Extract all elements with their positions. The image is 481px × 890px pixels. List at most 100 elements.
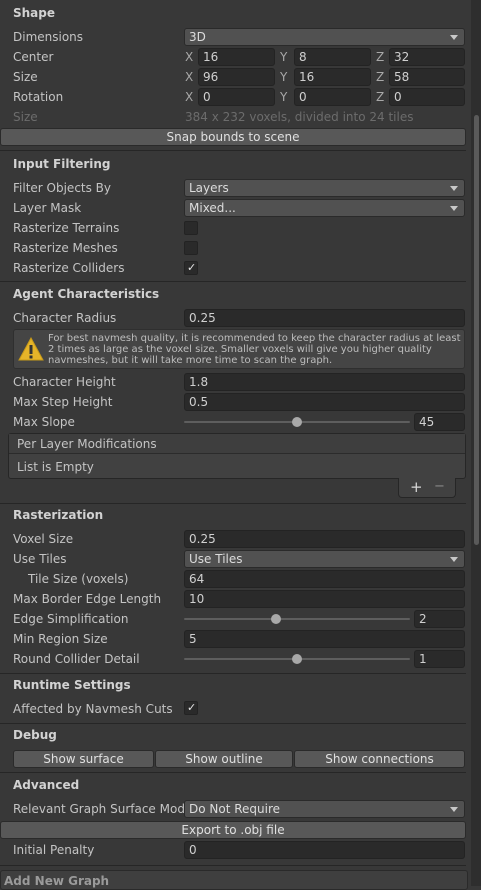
center-y-field[interactable]: 8	[294, 48, 371, 66]
character-radius-field[interactable]: 0.25	[184, 309, 465, 327]
character-height-label: Character Height	[13, 375, 116, 389]
voxel-size-label-raster: Voxel Size	[13, 532, 74, 546]
rotation-y-axis-label: Y	[280, 90, 288, 104]
size-y-field[interactable]: 16	[294, 68, 371, 86]
snap-bounds-button[interactable]: Snap bounds to scene	[0, 128, 466, 146]
rotation-label: Rotation	[13, 90, 64, 104]
section-header-agent: Agent Characteristics	[13, 287, 160, 301]
slider-thumb[interactable]	[271, 614, 281, 624]
character-radius-label: Character Radius	[13, 311, 117, 325]
slider-thumb[interactable]	[292, 654, 302, 664]
rasterize-terrains-checkbox[interactable]	[184, 221, 198, 235]
rasterize-meshes-checkbox[interactable]	[184, 241, 198, 255]
use-tiles-dropdown[interactable]: Use Tiles	[184, 550, 465, 568]
export-obj-button[interactable]: Export to .obj file	[0, 821, 466, 839]
chevron-down-icon	[450, 186, 458, 191]
tile-size-field[interactable]: 64	[184, 570, 465, 588]
scrollbar-thumb[interactable]	[474, 115, 479, 545]
rasterize-terrains-label: Rasterize Terrains	[13, 221, 120, 235]
layer-mask-dropdown[interactable]: Mixed...	[184, 199, 465, 217]
use-tiles-value: Use Tiles	[189, 552, 243, 566]
center-y-axis-label: Y	[280, 50, 288, 64]
voxel-size-label: Size	[13, 110, 38, 124]
chevron-down-icon	[450, 807, 458, 812]
voxel-info-text: 384 x 232 voxels, divided into 24 tiles	[185, 110, 414, 124]
section-divider	[0, 150, 466, 151]
rotation-z-axis-label: Z	[376, 90, 385, 104]
warning-box: For best navmesh quality, it is recommen…	[13, 329, 465, 369]
rotation-y-field[interactable]: 0	[294, 88, 371, 106]
center-label: Center	[13, 50, 54, 64]
per-layer-header: Per Layer Modifications	[9, 434, 465, 454]
max-step-height-label: Max Step Height	[13, 395, 113, 409]
center-x-field[interactable]: 16	[198, 48, 275, 66]
rotation-x-field[interactable]: 0	[198, 88, 275, 106]
dimensions-dropdown[interactable]: 3D	[184, 28, 465, 46]
warning-text: For best navmesh quality, it is recommen…	[48, 333, 461, 366]
slider-thumb[interactable]	[292, 417, 302, 427]
size-z-field[interactable]: 58	[389, 68, 465, 86]
round-collider-detail-field[interactable]: 1	[414, 650, 465, 668]
min-region-size-field[interactable]: 5	[184, 630, 465, 648]
section-header-debug: Debug	[13, 728, 57, 742]
plus-icon[interactable]: +	[410, 478, 423, 496]
size-y-axis-label: Y	[280, 70, 288, 84]
size-label: Size	[13, 70, 38, 84]
center-x-axis-label: X	[185, 50, 194, 64]
voxel-size-field[interactable]: 0.25	[184, 530, 465, 548]
max-slope-slider[interactable]	[184, 413, 410, 431]
show-outline-button[interactable]: Show outline	[155, 750, 293, 768]
edge-simplification-slider[interactable]	[184, 610, 410, 628]
dimensions-label: Dimensions	[13, 30, 84, 44]
max-slope-field[interactable]: 45	[414, 413, 465, 431]
chevron-down-icon	[450, 35, 458, 40]
max-step-height-field[interactable]: 0.5	[184, 393, 465, 411]
chevron-down-icon	[450, 206, 458, 211]
dimensions-value: 3D	[189, 30, 206, 44]
max-border-edge-field[interactable]: 10	[184, 590, 465, 608]
edge-simplification-label: Edge Simplification	[13, 612, 129, 626]
size-x-field[interactable]: 96	[198, 68, 275, 86]
tile-size-label: Tile Size (voxels)	[28, 572, 129, 586]
initial-penalty-field[interactable]: 0	[184, 841, 465, 859]
layer-mask-value: Mixed...	[189, 201, 236, 215]
section-divider	[0, 281, 466, 282]
filter-objects-value: Layers	[189, 181, 229, 195]
show-connections-button[interactable]: Show connections	[294, 750, 465, 768]
surface-mode-value: Do Not Require	[189, 802, 281, 816]
round-collider-detail-slider[interactable]	[184, 650, 410, 668]
filter-objects-dropdown[interactable]: Layers	[184, 179, 465, 197]
surface-mode-dropdown[interactable]: Do Not Require	[184, 800, 465, 818]
section-divider	[0, 503, 466, 504]
vertical-scrollbar[interactable]	[471, 0, 481, 886]
layer-mask-label: Layer Mask	[13, 201, 82, 215]
section-header-shape: Shape	[13, 6, 56, 20]
center-z-field[interactable]: 32	[389, 48, 465, 66]
affected-by-navmesh-cuts-checkbox[interactable]: ✓	[184, 701, 198, 715]
rasterize-colliders-checkbox[interactable]: ✓	[184, 261, 198, 275]
max-slope-label: Max Slope	[13, 415, 75, 429]
section-header-runtime: Runtime Settings	[13, 678, 131, 692]
character-height-field[interactable]: 1.8	[184, 373, 465, 391]
section-header-rasterization: Rasterization	[13, 508, 104, 522]
checkmark-icon: ✓	[187, 261, 197, 274]
list-add-remove-bar: + −	[398, 478, 456, 498]
initial-penalty-label: Initial Penalty	[13, 843, 95, 857]
section-divider	[0, 673, 466, 674]
show-surface-button[interactable]: Show surface	[13, 750, 154, 768]
edge-simplification-field[interactable]: 2	[414, 610, 465, 628]
size-z-axis-label: Z	[376, 70, 385, 84]
add-new-graph-bar[interactable]: Add New Graph	[0, 870, 468, 890]
rotation-z-field[interactable]: 0	[389, 88, 465, 106]
chevron-down-icon	[450, 557, 458, 562]
max-border-edge-label: Max Border Edge Length	[13, 592, 162, 606]
filter-objects-label: Filter Objects By	[13, 181, 112, 195]
minus-icon[interactable]: −	[434, 479, 445, 494]
list-empty-text: List is Empty	[17, 460, 94, 474]
section-divider	[0, 723, 466, 724]
use-tiles-label: Use Tiles	[13, 552, 67, 566]
warning-icon	[18, 337, 44, 361]
section-divider	[0, 865, 466, 866]
rasterize-colliders-label: Rasterize Colliders	[13, 261, 125, 275]
round-collider-detail-label: Round Collider Detail	[13, 652, 140, 666]
